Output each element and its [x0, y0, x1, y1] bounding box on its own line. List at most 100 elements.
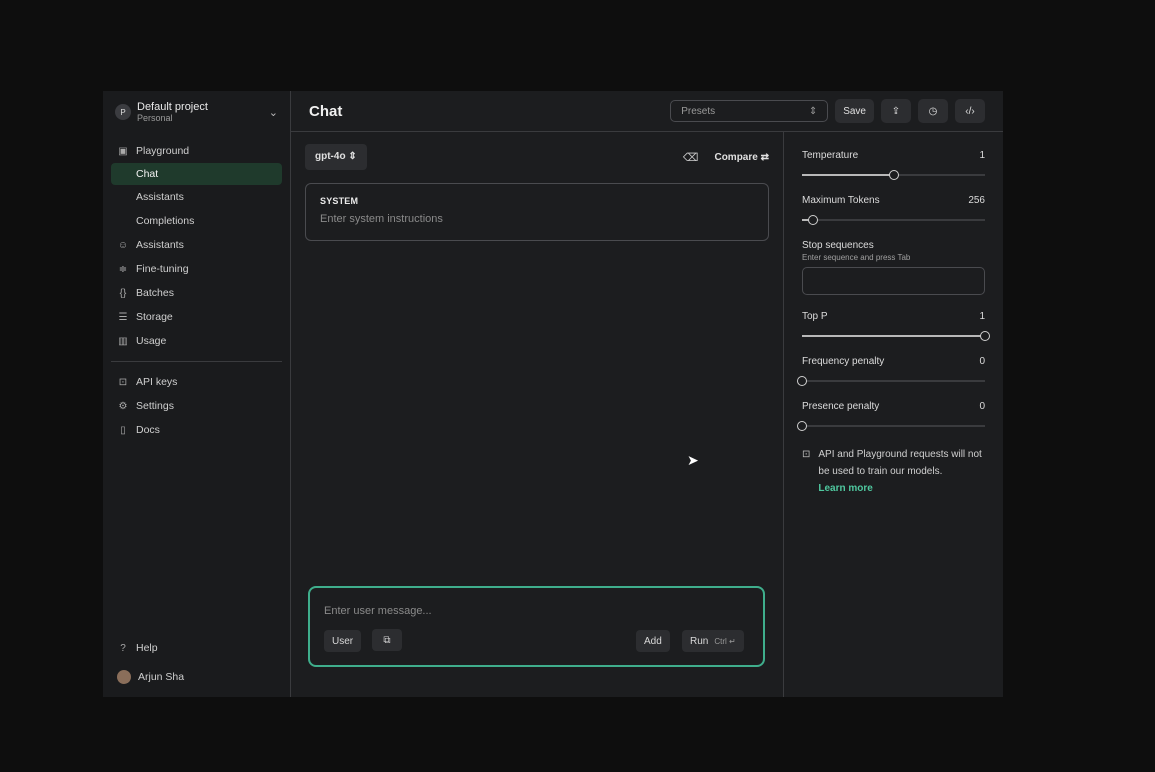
system-prompt[interactable]: SYSTEM Enter system instructions — [305, 183, 769, 241]
run-button[interactable]: Run Ctrl ↵ — [682, 630, 744, 652]
attach-button[interactable]: ⧉ — [372, 629, 402, 651]
stop-sequences-input[interactable] — [802, 267, 985, 295]
message-input[interactable]: Enter user message... — [324, 605, 432, 617]
sidebar-item-label: API keys — [136, 376, 178, 388]
lock-icon: ⊡ — [118, 376, 128, 388]
system-label: SYSTEM — [320, 196, 359, 206]
history-button[interactable]: ◷ — [918, 99, 948, 123]
top-p-row: Top P 1 — [802, 311, 985, 322]
run-label: Run — [690, 635, 709, 647]
stop-sequences-hint: Enter sequence and press Tab — [802, 253, 911, 262]
sidebar-item-docs[interactable]: ▯ Docs — [103, 418, 290, 442]
temperature-slider[interactable] — [802, 170, 985, 180]
sidebar-item-assistants[interactable]: ☺ Assistants — [103, 233, 290, 257]
model-select[interactable]: gpt-4o ⇕ — [305, 144, 367, 170]
sidebar: P Default project Personal ⌄ ▣ Playgroun… — [103, 91, 291, 697]
sidebar-item-chat[interactable]: Chat — [111, 163, 282, 185]
upload-icon: ⇪ — [891, 105, 901, 117]
content: gpt-4o ⇕ ⌫ Compare ⇄ SYSTEM Enter system… — [291, 132, 1003, 697]
notice-text: API and Playground requests will not be … — [818, 449, 982, 477]
privacy-notice: ⊡ API and Playground requests will not b… — [802, 446, 985, 497]
presence-value[interactable]: 0 — [979, 401, 985, 412]
help-label: Help — [136, 642, 158, 654]
sidebar-item-settings[interactable]: ⚙ Settings — [103, 394, 290, 418]
code-button[interactable]: ‹/› — [955, 99, 985, 123]
max-tokens-slider[interactable] — [802, 215, 985, 225]
top-p-value[interactable]: 1 — [979, 311, 985, 322]
stop-sequences-label: Stop sequences — [802, 240, 874, 251]
user-name: Arjun Sha — [138, 671, 185, 683]
history-icon: ◷ — [928, 105, 938, 117]
bar-chart-icon: ▥ — [118, 335, 128, 347]
help-icon: ? — [120, 642, 126, 654]
sidebar-item-help[interactable]: ? Help — [103, 636, 290, 660]
sidebar-item-usage[interactable]: ▥ Usage — [103, 329, 290, 353]
gear-icon: ⚙ — [118, 400, 128, 412]
slider-thumb[interactable] — [797, 376, 807, 386]
max-tokens-row: Maximum Tokens 256 — [802, 195, 985, 206]
save-button[interactable]: Save — [835, 99, 874, 123]
sidebar-item-label: Usage — [136, 335, 167, 347]
sidebar-item-playground[interactable]: ▣ Playground — [103, 139, 290, 163]
temperature-value[interactable]: 1 — [979, 150, 985, 161]
sidebar-item-batches[interactable]: {} Batches — [103, 281, 290, 305]
sidebar-item-label: Fine-tuning — [136, 263, 189, 275]
sidebar-item-fine-tuning[interactable]: ≑ Fine-tuning — [103, 257, 290, 281]
slider-thumb[interactable] — [980, 331, 990, 341]
sidebar-item-completions[interactable]: Completions — [103, 209, 290, 233]
share-button[interactable]: ⇪ — [881, 99, 911, 123]
sliders-icon: ≑ — [118, 263, 128, 275]
sidebar-item-label: Settings — [136, 400, 174, 412]
updown-chevron-icon: ⇕ — [348, 151, 357, 162]
sidebar-footer: ? Help Arjun Sha — [103, 636, 290, 689]
slider-thumb[interactable] — [797, 421, 807, 431]
presence-slider[interactable] — [797, 421, 985, 431]
message-composer[interactable]: Enter user message... User ⧉ Add Run Ctr… — [308, 586, 765, 667]
user-menu[interactable]: Arjun Sha — [103, 665, 290, 689]
top-p-label: Top P — [802, 311, 828, 322]
frequency-row: Frequency penalty 0 — [802, 356, 985, 367]
sidebar-item-storage[interactable]: ☰ Storage — [103, 305, 290, 329]
frequency-slider[interactable] — [797, 376, 985, 386]
chevron-down-icon: ⌄ — [268, 106, 278, 119]
settings-panel: Temperature 1 Maximum Tokens 256 Stop se… — [784, 132, 1003, 697]
frequency-label: Frequency penalty — [802, 356, 885, 367]
slider-thumb[interactable] — [807, 215, 818, 225]
presets-placeholder: Presets — [681, 105, 716, 117]
slider-thumb[interactable] — [888, 170, 899, 180]
main-area: Chat Presets ⇕ Save ⇪ ◷ ‹/› gpt-4o ⇕ ⌫ C… — [291, 91, 1003, 697]
sidebar-item-label: Chat — [136, 168, 159, 180]
role-button[interactable]: User — [324, 630, 362, 652]
presets-select[interactable]: Presets ⇕ — [670, 100, 829, 122]
terminal-icon: ▣ — [118, 145, 128, 157]
sidebar-item-label: Assistants — [136, 239, 184, 251]
chat-header: gpt-4o ⇕ ⌫ Compare ⇄ — [291, 132, 783, 170]
frequency-value[interactable]: 0 — [979, 356, 985, 367]
sidebar-item-label: Docs — [136, 424, 160, 436]
sidebar-divider — [111, 361, 282, 362]
updown-chevron-icon: ⇕ — [808, 105, 818, 117]
project-switcher[interactable]: P Default project Personal ⌄ — [103, 91, 290, 133]
learn-more-link[interactable]: Learn more — [818, 483, 872, 494]
database-icon: ☰ — [118, 311, 128, 323]
page-title: Chat — [309, 102, 343, 120]
clear-icon[interactable]: ⌫ — [683, 151, 699, 164]
max-tokens-label: Maximum Tokens — [802, 195, 880, 206]
max-tokens-value[interactable]: 256 — [968, 195, 985, 206]
mouse-cursor-icon: ➤ — [687, 452, 699, 468]
sidebar-item-assistants-sub[interactable]: Assistants — [103, 185, 290, 209]
braces-icon: {} — [119, 287, 127, 299]
system-input[interactable]: Enter system instructions — [320, 213, 754, 225]
chat-panel: gpt-4o ⇕ ⌫ Compare ⇄ SYSTEM Enter system… — [291, 132, 784, 697]
sidebar-item-label: Batches — [136, 287, 174, 299]
sidebar-item-api-keys[interactable]: ⊡ API keys — [103, 370, 290, 394]
playground-window: P Default project Personal ⌄ ▣ Playgroun… — [103, 91, 1003, 697]
sidebar-item-label: Assistants — [136, 191, 184, 203]
sidebar-item-label: Completions — [136, 215, 195, 227]
compare-icon: ⇄ — [760, 151, 769, 163]
model-name: gpt-4o — [315, 151, 346, 162]
top-p-slider[interactable] — [802, 331, 990, 341]
add-button[interactable]: Add — [636, 630, 670, 652]
sidebar-nav: ▣ Playground Chat Assistants Completions… — [103, 139, 290, 442]
compare-button[interactable]: Compare ⇄ — [714, 152, 769, 163]
